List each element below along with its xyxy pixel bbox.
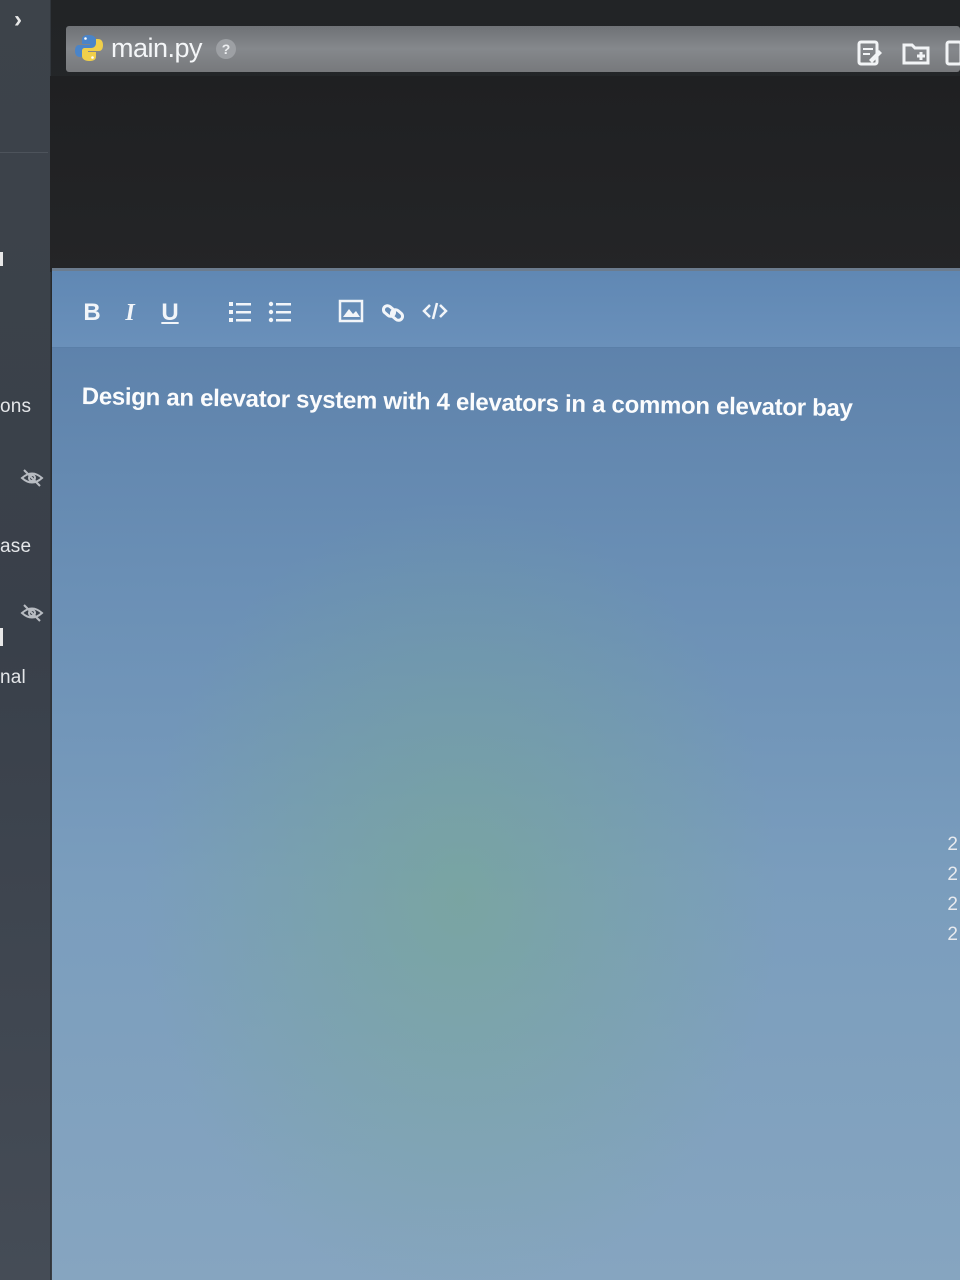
ordered-list-button[interactable] bbox=[228, 299, 252, 327]
rich-text-editor[interactable]: B I U Design an elevator system with 4 e… bbox=[52, 268, 960, 1280]
ordered-list-icon bbox=[229, 302, 251, 322]
file-tab-bar: main.py ? bbox=[66, 26, 960, 72]
code-icon bbox=[422, 302, 448, 320]
link-icon bbox=[381, 304, 405, 322]
insert-image-button[interactable] bbox=[338, 299, 364, 327]
line-number: 2 bbox=[947, 864, 958, 885]
line-number: 2 bbox=[947, 894, 958, 915]
help-icon[interactable]: ? bbox=[216, 39, 236, 59]
output-panel bbox=[50, 76, 960, 272]
sidebar-item-label[interactable]: ase bbox=[0, 536, 31, 558]
sidebar-item-label[interactable]: nal bbox=[0, 667, 26, 689]
italic-button[interactable]: I bbox=[118, 299, 142, 327]
editor-toolbar: B I U bbox=[52, 271, 960, 348]
edit-file-icon[interactable] bbox=[856, 39, 884, 67]
chevron-right-icon[interactable]: › bbox=[14, 6, 22, 34]
editor-content[interactable]: Design an elevator system with 4 elevato… bbox=[82, 383, 942, 425]
sidebar-marker bbox=[0, 628, 3, 646]
line-number-gutter: 2 2 2 2 bbox=[940, 830, 960, 950]
eye-off-icon[interactable] bbox=[20, 468, 44, 488]
python-icon bbox=[75, 35, 103, 61]
line-number: 2 bbox=[947, 834, 958, 855]
app-window: › ons ase nal main.py ? B I U Design an … bbox=[0, 0, 960, 1280]
image-icon bbox=[338, 299, 364, 323]
new-folder-icon[interactable] bbox=[902, 39, 930, 67]
unordered-list-button[interactable] bbox=[268, 299, 292, 327]
underline-button[interactable]: U bbox=[158, 299, 182, 327]
eye-off-icon[interactable] bbox=[20, 603, 44, 623]
bold-button[interactable]: B bbox=[80, 299, 104, 327]
file-tab-name[interactable]: main.py bbox=[111, 33, 203, 64]
sidebar-item-label[interactable]: ons bbox=[0, 396, 31, 418]
code-block-button[interactable] bbox=[422, 299, 448, 327]
sidebar: › ons ase nal bbox=[0, 0, 51, 1280]
sidebar-divider bbox=[0, 152, 48, 153]
insert-link-button[interactable] bbox=[380, 299, 406, 327]
sidebar-marker bbox=[0, 252, 3, 266]
unordered-list-icon bbox=[268, 301, 291, 323]
line-number: 2 bbox=[947, 924, 958, 945]
file-icon[interactable] bbox=[944, 39, 960, 67]
